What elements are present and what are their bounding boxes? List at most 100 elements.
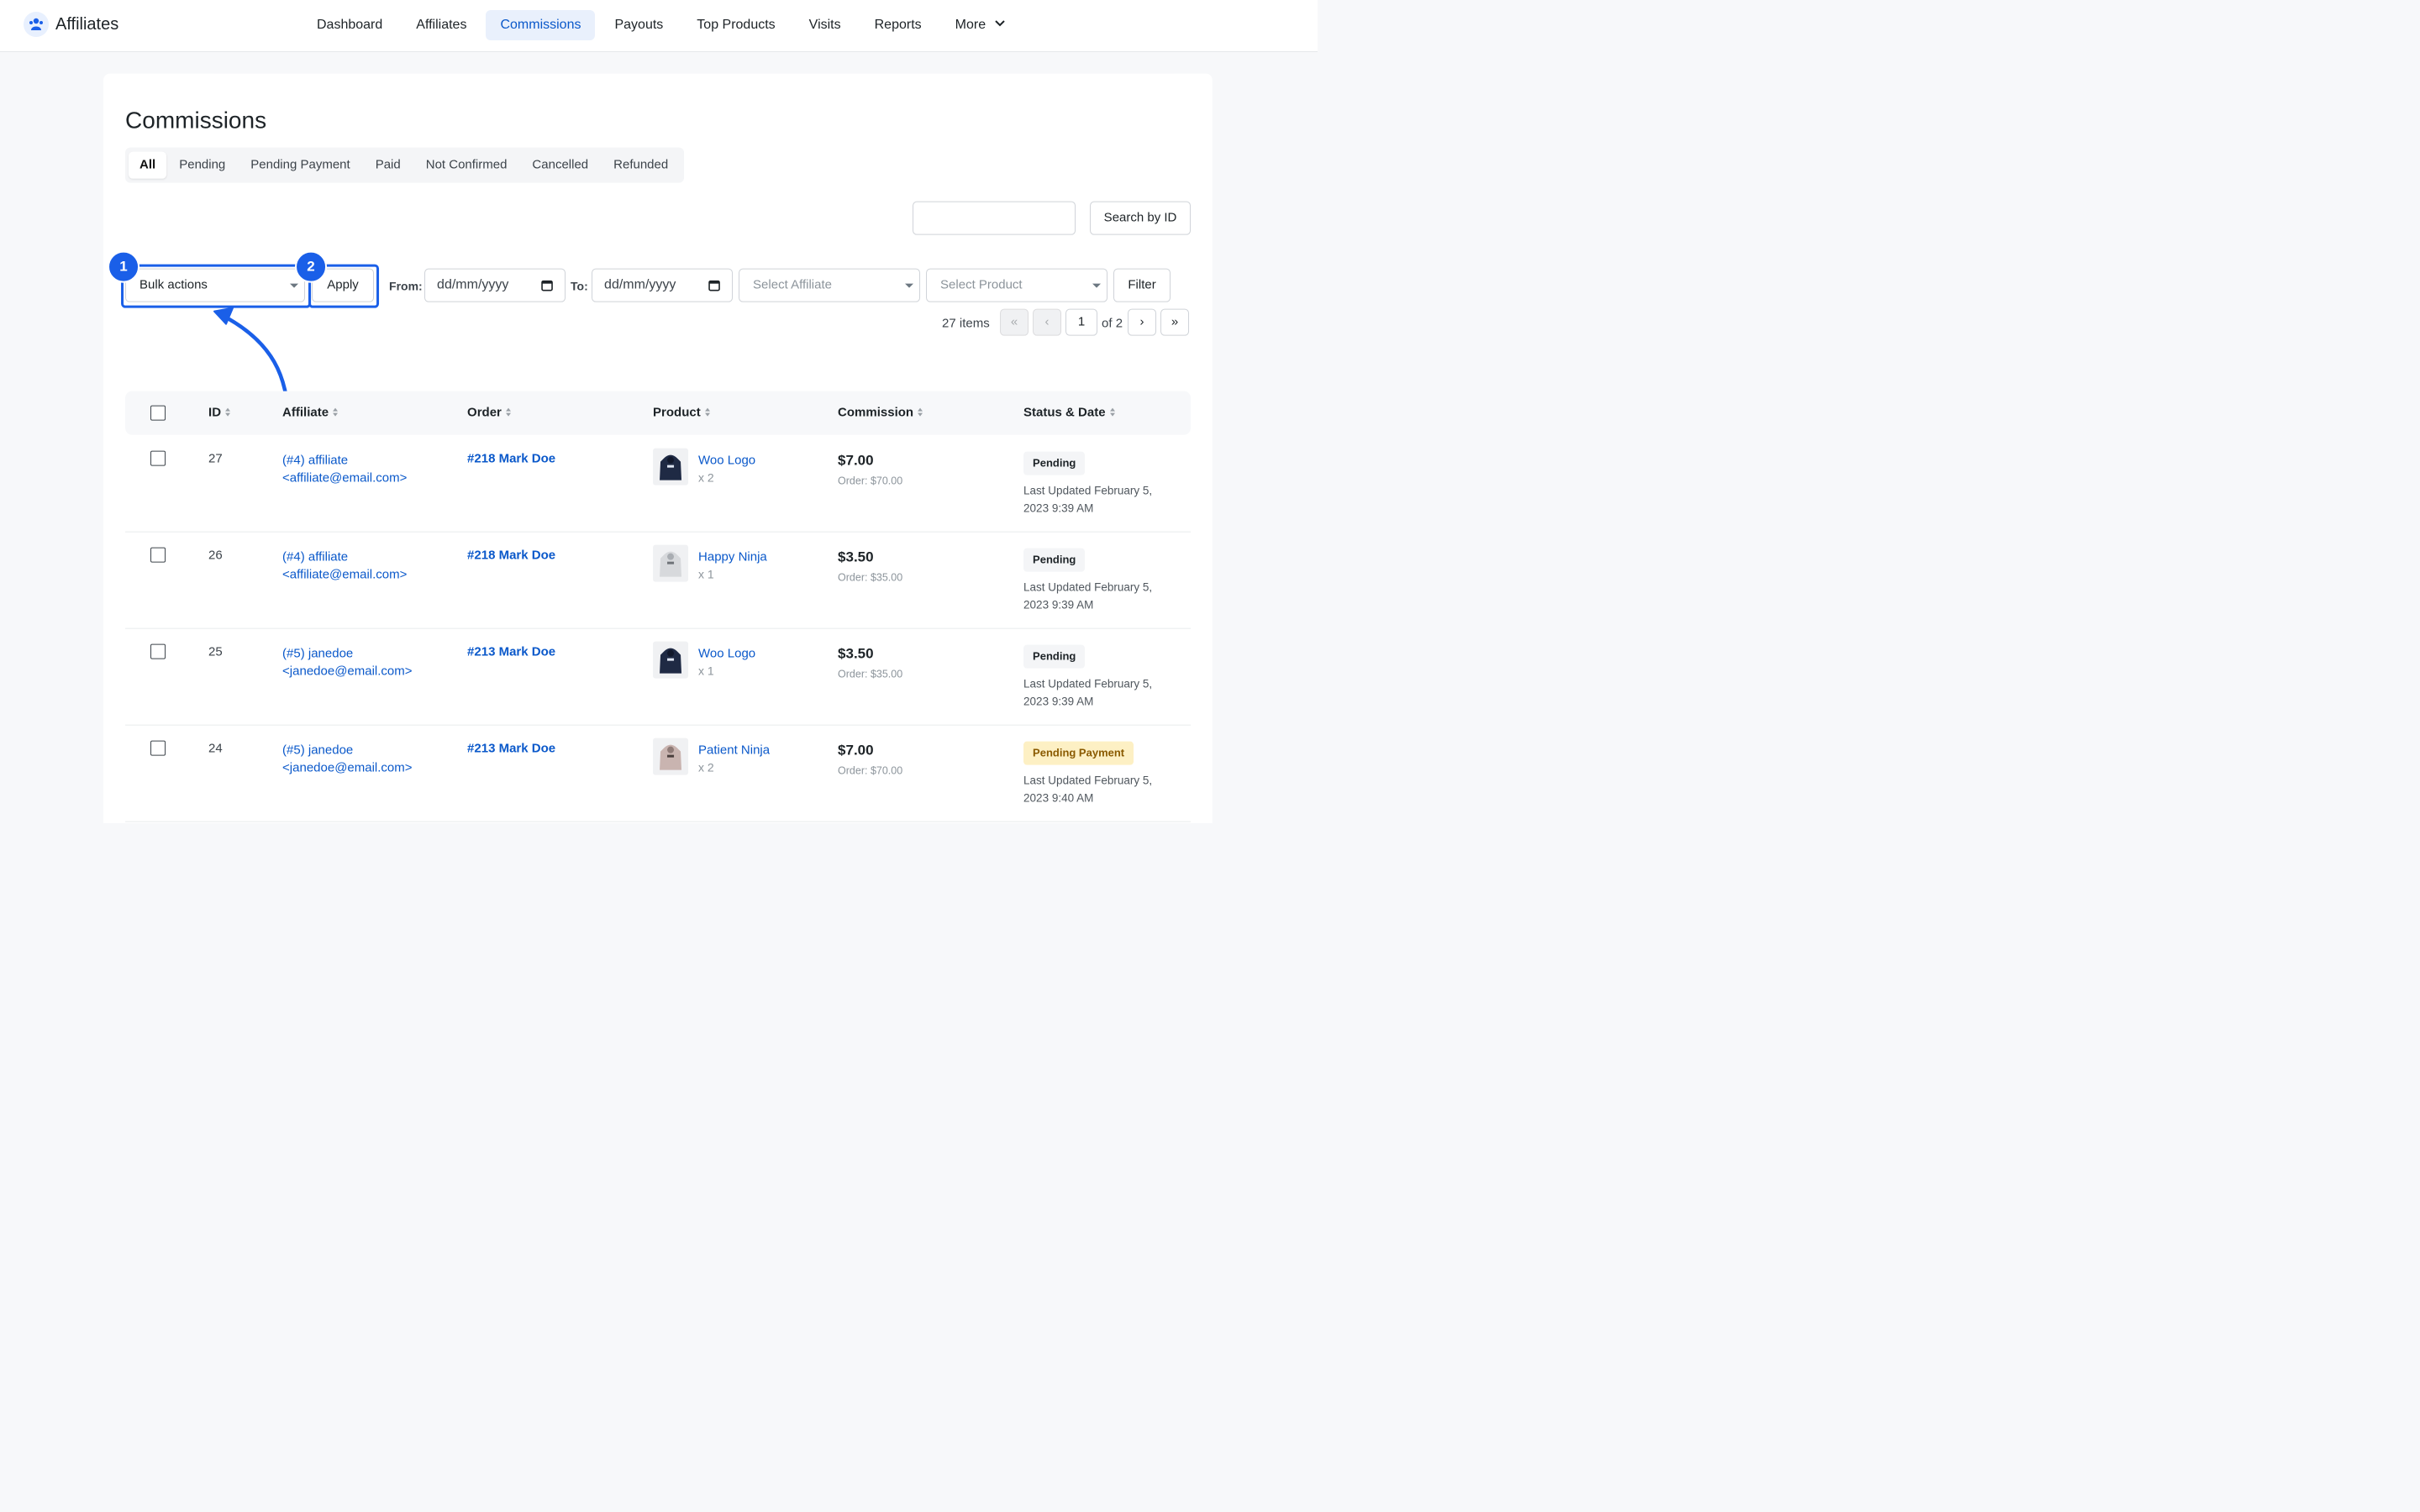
last-updated-line1: Last Updated February 5,	[1023, 677, 1153, 690]
status-badge: Pending	[1023, 451, 1086, 475]
column-commission[interactable]: Commission	[838, 406, 923, 420]
filter-button[interactable]: Filter	[1113, 268, 1171, 302]
current-page-input[interactable]: 1	[1065, 308, 1098, 336]
column-product[interactable]: Product	[653, 406, 711, 420]
product-info: Woo Logo x 1	[698, 645, 755, 680]
product-link[interactable]: Happy Ninja	[698, 549, 767, 566]
app-name: Affiliates	[55, 14, 119, 34]
affiliate-name[interactable]: (#5) janedoe	[282, 645, 412, 663]
nav-more[interactable]: More	[941, 10, 1019, 40]
nav-commissions[interactable]: Commissions	[486, 9, 596, 40]
affiliate-name[interactable]: (#5) janedoe	[282, 742, 412, 759]
product-link[interactable]: Woo Logo	[698, 452, 755, 470]
affiliate-link[interactable]: (#4) affiliate <affiliate@email.com>	[282, 452, 407, 487]
order-total: Order: $70.00	[838, 764, 903, 777]
nav-payouts[interactable]: Payouts	[600, 10, 677, 40]
items-count: 27 items	[942, 316, 990, 331]
order-link[interactable]: #218 Mark Doe	[467, 549, 555, 563]
last-updated: Last Updated February 5, 2023 9:39 AM	[1023, 482, 1152, 517]
affiliate-name[interactable]: (#4) affiliate	[282, 549, 407, 566]
status-badge: Pending Payment	[1023, 741, 1134, 765]
order-link[interactable]: #213 Mark Doe	[467, 742, 555, 756]
column-id[interactable]: ID	[208, 406, 231, 420]
affiliate-email[interactable]: <janedoe@email.com>	[282, 759, 412, 777]
commission-amount: $7.00	[838, 452, 874, 469]
row-id: 26	[208, 548, 223, 563]
commission-amount: $3.50	[838, 549, 874, 565]
row-checkbox[interactable]	[150, 450, 166, 466]
table-row: 25 (#5) janedoe <janedoe@email.com> #213…	[125, 628, 1192, 726]
from-date-input[interactable]: dd/mm/yyyy	[424, 268, 566, 302]
hoodie-icon	[660, 454, 682, 480]
sort-icon	[333, 407, 339, 417]
affiliate-link[interactable]: (#5) janedoe <janedoe@email.com>	[282, 742, 412, 777]
last-updated: Last Updated February 5, 2023 9:40 AM	[1023, 772, 1152, 807]
main-nav: Dashboard Affiliates Commissions Payouts…	[302, 9, 1019, 40]
product-link[interactable]: Woo Logo	[698, 645, 755, 663]
table-header: ID Affiliate Order Product Commission St…	[125, 391, 1192, 435]
to-date-placeholder: dd/mm/yyyy	[604, 277, 676, 292]
product-select-placeholder: Select Product	[940, 277, 1023, 292]
column-id-label: ID	[208, 405, 222, 420]
row-checkbox[interactable]	[150, 643, 166, 659]
nav-reports[interactable]: Reports	[860, 10, 936, 40]
affiliate-email[interactable]: <janedoe@email.com>	[282, 663, 412, 680]
product-info: Woo Logo x 2	[698, 452, 755, 487]
affiliate-link[interactable]: (#4) affiliate <affiliate@email.com>	[282, 549, 407, 584]
tab-cancelled[interactable]: Cancelled	[519, 152, 601, 179]
from-label: From:	[389, 279, 423, 293]
sort-icon	[1109, 407, 1115, 417]
column-order[interactable]: Order	[467, 406, 512, 420]
brand[interactable]: Affiliates	[23, 11, 119, 37]
top-bar: Affiliates Dashboard Affiliates Commissi…	[0, 0, 1318, 52]
sort-icon	[704, 407, 710, 417]
product-link[interactable]: Patient Ninja	[698, 742, 770, 759]
order-total: Order: $35.00	[838, 571, 903, 584]
affiliate-email[interactable]: <affiliate@email.com>	[282, 470, 407, 487]
next-page-button[interactable]: ›	[1128, 308, 1157, 336]
row-checkbox[interactable]	[150, 740, 166, 756]
total-pages: of 2	[1102, 316, 1123, 331]
select-all-checkbox[interactable]	[150, 405, 166, 421]
product-select[interactable]: Select Product	[926, 268, 1108, 302]
order-link[interactable]: #213 Mark Doe	[467, 645, 555, 659]
first-page-button[interactable]: «	[1000, 308, 1029, 336]
row-id: 24	[208, 741, 223, 756]
affiliate-name[interactable]: (#4) affiliate	[282, 452, 407, 470]
product-thumbnail	[653, 544, 689, 582]
column-status-date[interactable]: Status & Date	[1023, 406, 1116, 420]
tab-refunded[interactable]: Refunded	[601, 152, 681, 179]
nav-top-products[interactable]: Top Products	[682, 10, 789, 40]
product-qty: x 2	[698, 470, 714, 485]
last-updated-line1: Last Updated February 5,	[1023, 774, 1153, 787]
affiliate-link[interactable]: (#5) janedoe <janedoe@email.com>	[282, 645, 412, 680]
prev-page-button[interactable]: ‹	[1033, 308, 1062, 336]
search-by-id-button[interactable]: Search by ID	[1090, 201, 1192, 235]
nav-affiliates[interactable]: Affiliates	[402, 10, 481, 40]
row-checkbox[interactable]	[150, 547, 166, 563]
product-qty: x 2	[698, 760, 714, 774]
affiliate-select[interactable]: Select Affiliate	[739, 268, 921, 302]
commission-amount: $7.00	[838, 742, 874, 759]
commission-cell: $3.50 Order: $35.00	[838, 547, 902, 589]
dropdown-caret-icon	[1092, 283, 1102, 288]
nav-visits[interactable]: Visits	[795, 10, 855, 40]
to-label: To:	[571, 279, 588, 293]
to-date-input[interactable]: dd/mm/yyyy	[592, 268, 734, 302]
column-commission-label: Commission	[838, 405, 914, 420]
chevron-down-icon	[994, 20, 1005, 27]
nav-more-label: More	[955, 17, 986, 32]
product-info: Patient Ninja x 2	[698, 742, 770, 777]
dropdown-caret-icon	[905, 283, 914, 288]
column-product-label: Product	[653, 405, 701, 420]
search-id-input[interactable]	[913, 201, 1076, 235]
column-affiliate[interactable]: Affiliate	[282, 406, 339, 420]
affiliate-email[interactable]: <affiliate@email.com>	[282, 566, 407, 584]
sort-icon	[918, 407, 923, 417]
sort-icon	[505, 407, 511, 417]
order-link[interactable]: #218 Mark Doe	[467, 452, 555, 466]
nav-dashboard[interactable]: Dashboard	[302, 10, 397, 40]
last-page-button[interactable]: »	[1160, 308, 1190, 336]
hoodie-icon	[660, 551, 682, 577]
product-thumbnail	[653, 448, 689, 486]
